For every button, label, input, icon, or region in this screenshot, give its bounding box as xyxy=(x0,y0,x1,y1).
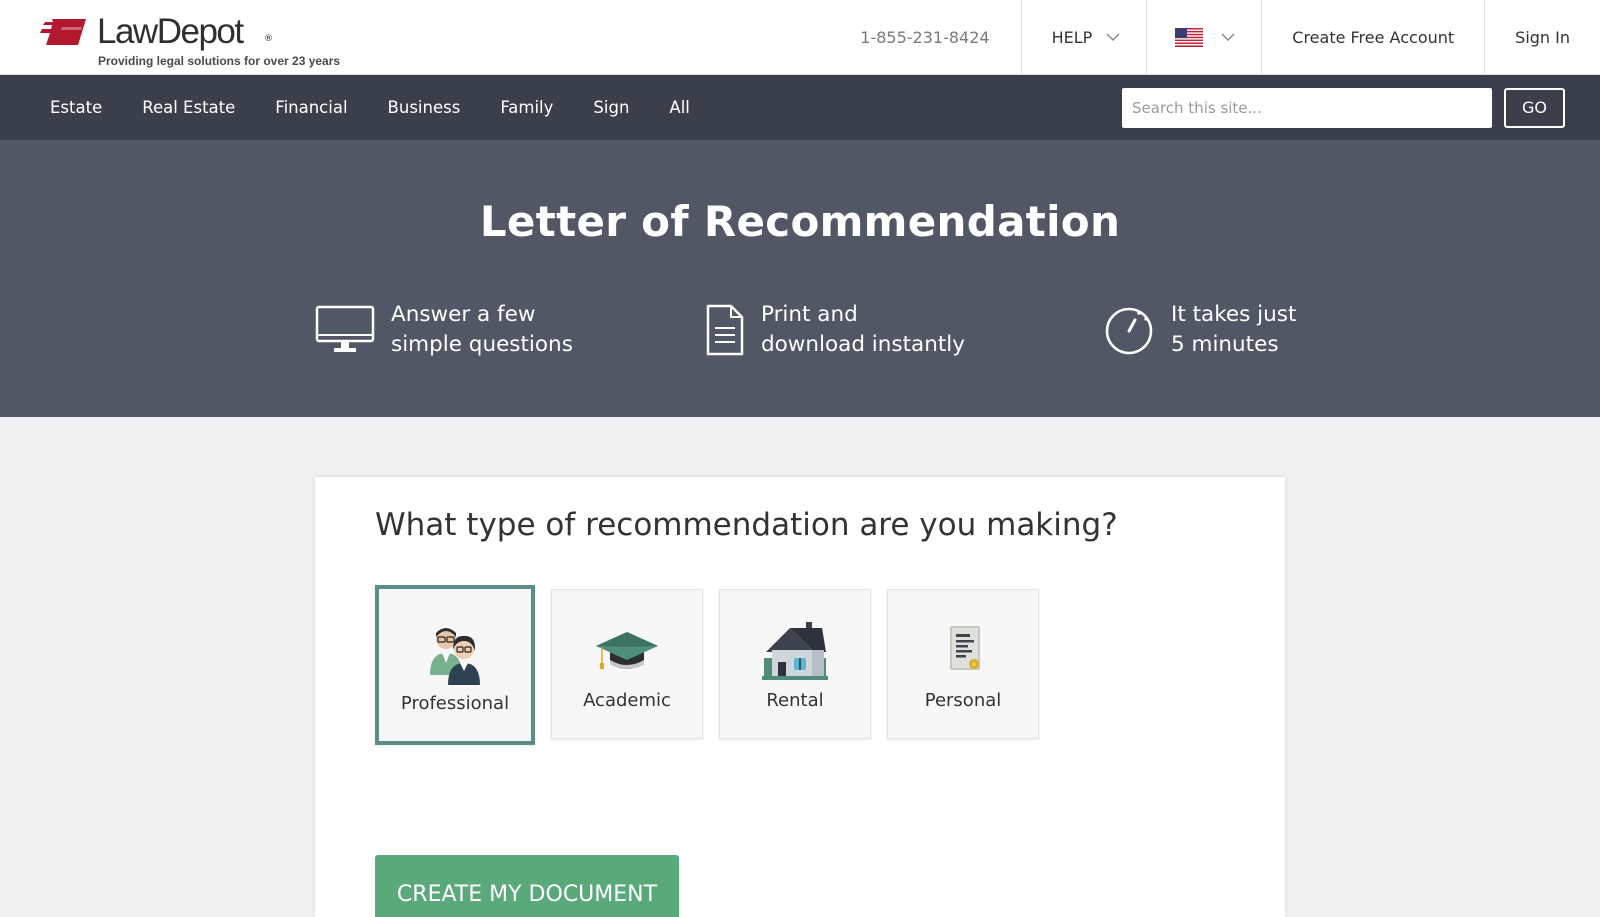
feature-line: Print and xyxy=(761,302,858,327)
certificate-icon xyxy=(950,626,980,670)
feature-line: It takes just xyxy=(1171,302,1297,327)
nav-item-estate[interactable]: Estate xyxy=(50,98,102,117)
feature-print-download: Print and download instantly xyxy=(705,300,965,360)
search-go-button[interactable]: GO xyxy=(1504,87,1565,128)
nav-item-financial[interactable]: Financial xyxy=(275,98,347,117)
chevron-down-icon xyxy=(1106,32,1120,41)
nav-item-family[interactable]: Family xyxy=(500,98,553,117)
house-icon xyxy=(762,622,828,680)
feature-line: simple questions xyxy=(391,332,573,357)
create-account-link[interactable]: Create Free Account xyxy=(1262,0,1486,74)
page-title: Letter of Recommendation xyxy=(479,197,1121,246)
feature-answer-questions: Answer a few simple questions xyxy=(315,300,573,360)
option-label: Academic xyxy=(583,690,671,711)
logo-mark-icon xyxy=(40,19,86,45)
nav-item-sign[interactable]: Sign xyxy=(593,98,629,117)
logo-registered-mark: ® xyxy=(264,34,273,44)
header-utilities: 1-855-231-8424 HELP Create Free Account … xyxy=(840,0,1600,74)
phone-number[interactable]: 1-855-231-8424 xyxy=(840,0,1022,74)
feature-five-minutes: It takes just 5 minutes xyxy=(1103,300,1296,360)
create-document-button[interactable]: CREATE MY DOCUMENT xyxy=(375,855,679,917)
option-label: Professional xyxy=(400,693,510,714)
nav-item-business[interactable]: Business xyxy=(388,98,461,117)
stopwatch-icon xyxy=(1105,307,1153,355)
feature-line: 5 minutes xyxy=(1171,332,1279,357)
hero-banner: Letter of Recommendation Answer a few si… xyxy=(0,140,1600,417)
option-label: Personal xyxy=(924,690,1002,711)
monitor-icon xyxy=(315,305,375,352)
top-header: LawDepot ® Providing legal solutions for… xyxy=(0,0,1600,75)
lawdepot-logo[interactable]: LawDepot ® Providing legal solutions for… xyxy=(40,10,370,70)
recommendation-type-options: Professional Academic Rental Personal xyxy=(375,585,1039,745)
option-personal[interactable]: Personal xyxy=(887,589,1039,739)
us-flag-icon xyxy=(1175,27,1204,47)
nav-item-all[interactable]: All xyxy=(669,98,689,117)
sign-in-link[interactable]: Sign In xyxy=(1485,0,1600,74)
option-professional[interactable]: Professional xyxy=(375,585,535,745)
option-academic[interactable]: Academic xyxy=(551,589,703,739)
logo-tagline: Providing legal solutions for over 23 ye… xyxy=(98,54,341,68)
site-search: GO xyxy=(1122,87,1600,128)
professionals-icon xyxy=(430,628,480,685)
search-input[interactable] xyxy=(1122,87,1492,128)
help-label: HELP xyxy=(1051,27,1093,47)
nav-item-real-estate[interactable]: Real Estate xyxy=(142,98,235,117)
question-heading: What type of recommendation are you maki… xyxy=(375,507,1118,543)
question-card: What type of recommendation are you maki… xyxy=(315,477,1285,917)
document-icon xyxy=(706,304,744,356)
feature-line: Answer a few xyxy=(391,302,536,327)
country-selector[interactable] xyxy=(1147,0,1263,74)
chevron-down-icon xyxy=(1221,32,1235,41)
help-menu[interactable]: HELP xyxy=(1022,0,1148,74)
option-label: Rental xyxy=(766,690,824,711)
main-nav: Estate Real Estate Financial Business Fa… xyxy=(0,75,1600,140)
logo-text: LawDepot xyxy=(97,12,244,51)
option-rental[interactable]: Rental xyxy=(719,589,871,739)
feature-line: download instantly xyxy=(761,332,965,357)
graduation-cap-icon xyxy=(596,632,658,669)
